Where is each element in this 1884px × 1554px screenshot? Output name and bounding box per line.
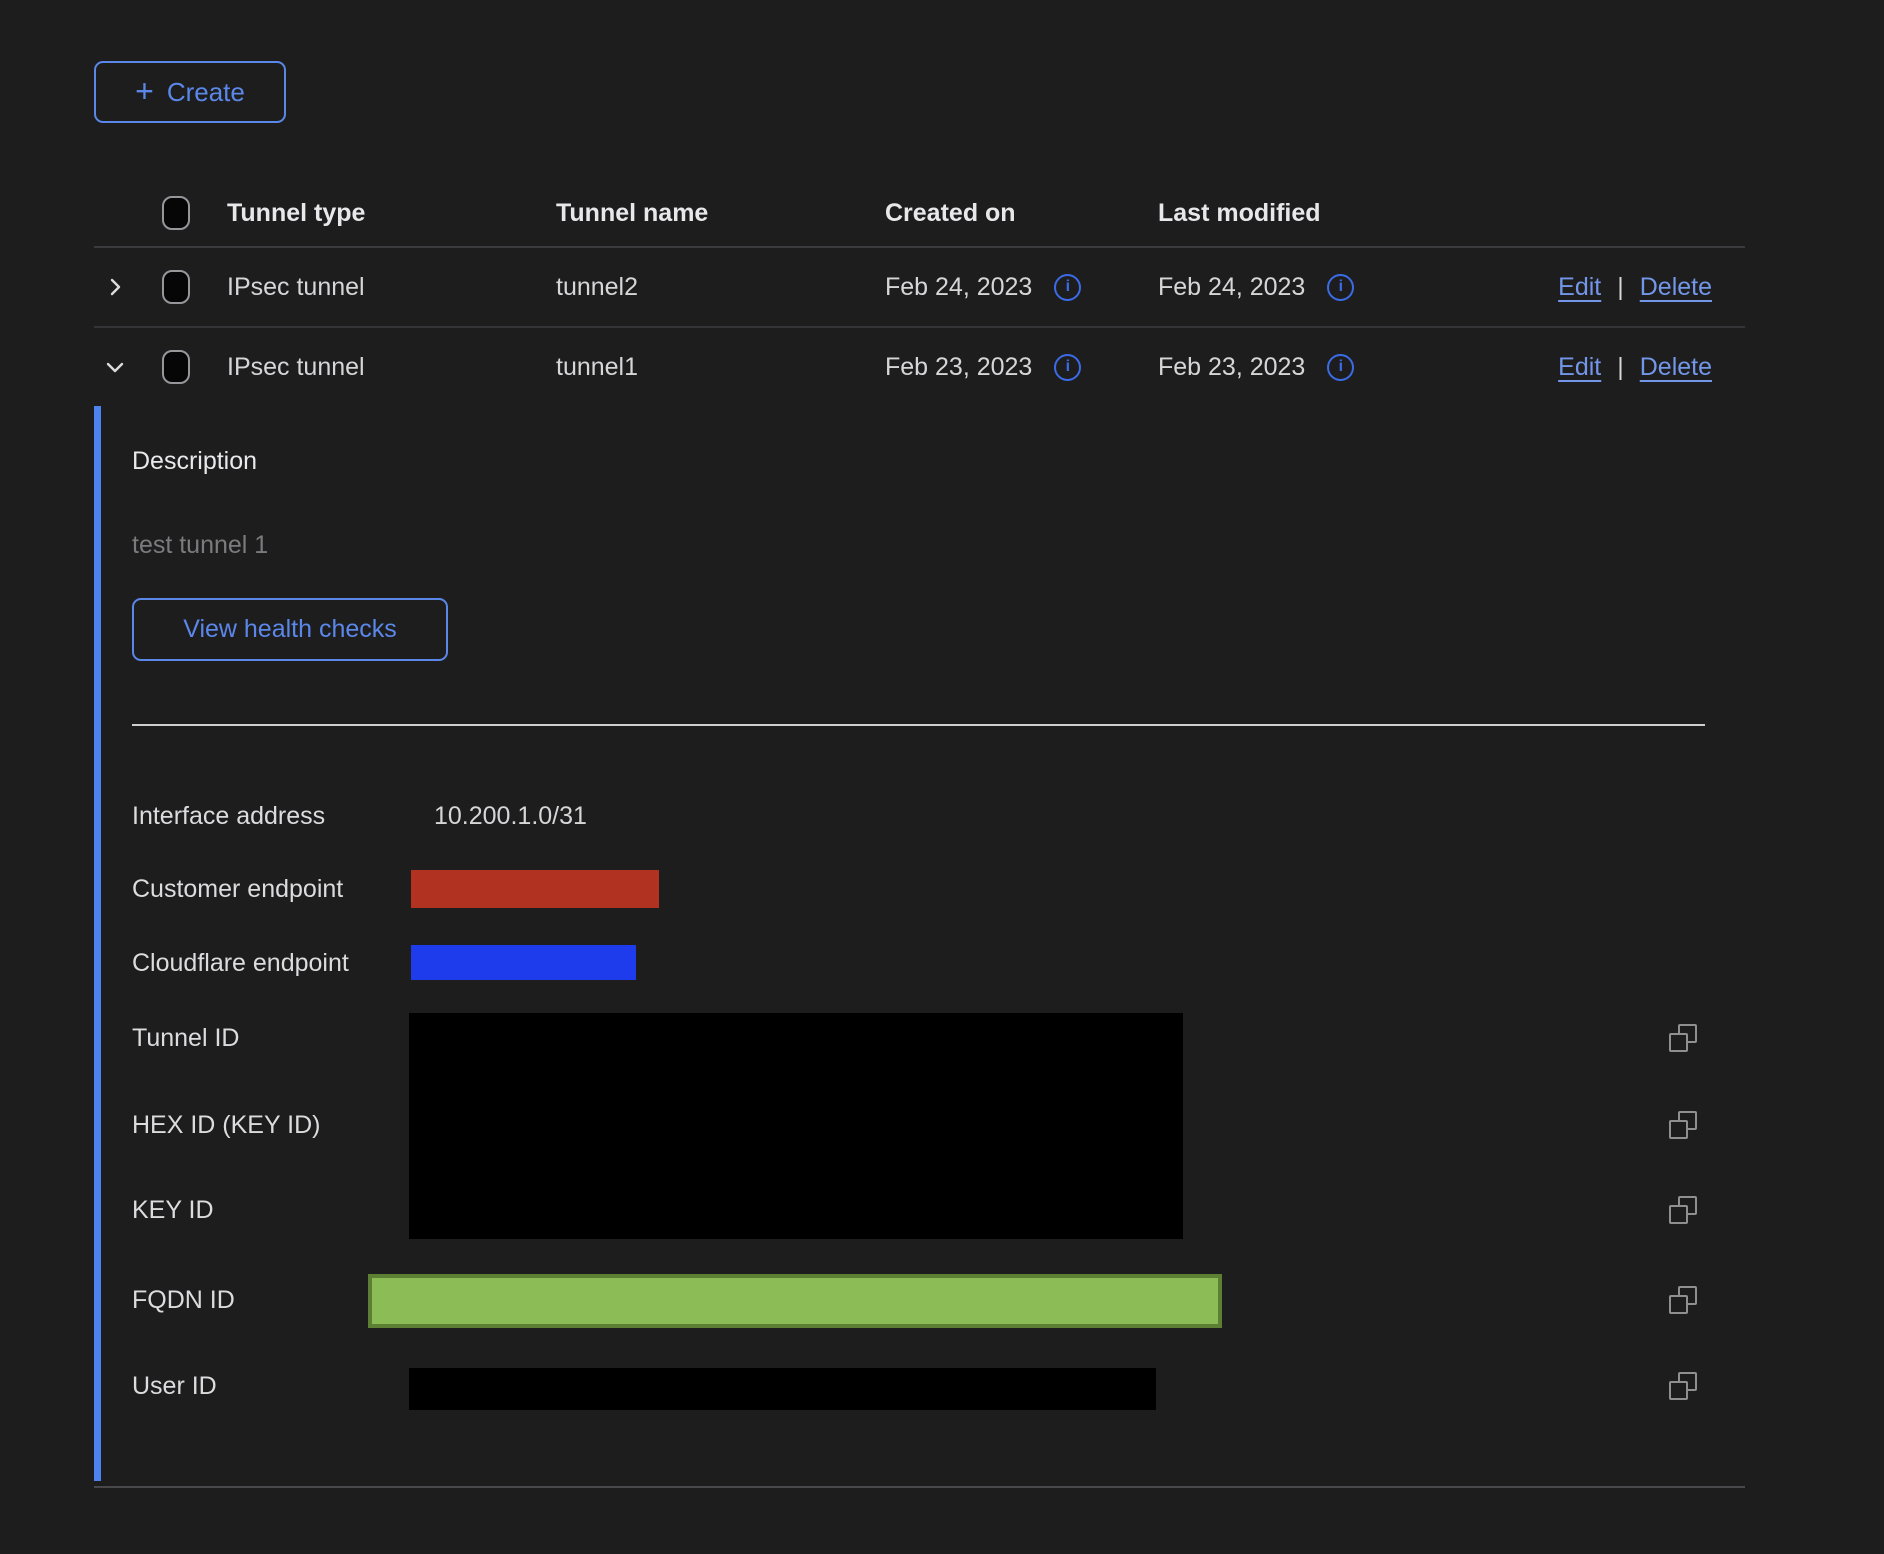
created-on-cell: Feb 24, 2023 i: [885, 273, 1158, 302]
cloudflare-endpoint-redaction: [411, 945, 636, 980]
copy-icon[interactable]: [1668, 1285, 1698, 1315]
table-header-row: Tunnel type Tunnel name Created on Last …: [94, 180, 1745, 248]
field-label-tunnel-id: Tunnel ID: [132, 1023, 239, 1053]
tunnel-name-cell: tunnel1: [556, 353, 885, 382]
delete-link[interactable]: Delete: [1640, 353, 1712, 382]
tunnel-type-cell: IPsec tunnel: [227, 273, 556, 302]
field-label-hex-id: HEX ID (KEY ID): [132, 1110, 320, 1140]
copy-icon[interactable]: [1668, 1023, 1698, 1053]
copy-icon-front-square: [1669, 1381, 1688, 1400]
edit-link[interactable]: Edit: [1558, 353, 1601, 382]
last-modified-cell: Feb 24, 2023 i: [1158, 273, 1558, 302]
create-button-label: Create: [167, 77, 245, 108]
last-modified-date: Feb 23, 2023: [1158, 353, 1305, 382]
field-label-interface-address: Interface address: [132, 801, 325, 831]
copy-icon-front-square: [1669, 1205, 1688, 1224]
actions-separator: |: [1617, 353, 1624, 382]
checkbox-cell: [162, 270, 227, 304]
checkbox-cell: [162, 350, 227, 384]
expander-cell: [94, 355, 162, 379]
field-label-key-id: KEY ID: [132, 1195, 214, 1225]
plus-icon: +: [135, 75, 154, 107]
table-row-tunnel2: IPsec tunnel tunnel2 Feb 24, 2023 i Feb …: [94, 248, 1745, 328]
expander-cell: [94, 275, 162, 299]
description-value: test tunnel 1: [132, 530, 268, 560]
section-divider: [132, 724, 1705, 726]
copy-icon-front-square: [1669, 1120, 1688, 1139]
tunnels-table: Tunnel type Tunnel name Created on Last …: [94, 180, 1745, 406]
tunnel-id-redaction: [409, 1013, 1183, 1239]
created-on-cell: Feb 23, 2023 i: [885, 353, 1158, 382]
description-heading: Description: [132, 446, 257, 476]
field-label-customer-endpoint: Customer endpoint: [132, 874, 343, 904]
created-on-date: Feb 23, 2023: [885, 353, 1032, 382]
row-actions: Edit | Delete: [1558, 353, 1745, 382]
info-icon[interactable]: i: [1054, 354, 1081, 381]
header-tunnel-name: Tunnel name: [556, 199, 885, 228]
copy-icon-front-square: [1669, 1295, 1688, 1314]
row-checkbox[interactable]: [162, 350, 190, 384]
chevron-right-icon[interactable]: [103, 275, 127, 299]
copy-icon[interactable]: [1668, 1371, 1698, 1401]
create-button[interactable]: + Create: [94, 61, 286, 123]
actions-separator: |: [1617, 273, 1624, 302]
header-tunnel-type: Tunnel type: [227, 199, 556, 228]
customer-endpoint-redaction: [411, 870, 659, 908]
expanded-indicator-bar: [94, 406, 101, 1481]
header-last-modified: Last modified: [1158, 199, 1712, 228]
header-checkbox-cell: [162, 196, 227, 230]
tunnel-type-cell: IPsec tunnel: [227, 353, 556, 382]
delete-link[interactable]: Delete: [1640, 273, 1712, 302]
expanded-row-panel: Description test tunnel 1 View health ch…: [0, 406, 1884, 1486]
user-id-redaction: [409, 1368, 1156, 1410]
chevron-down-icon[interactable]: [103, 355, 127, 379]
header-created-on: Created on: [885, 199, 1158, 228]
interface-address-value: 10.200.1.0/31: [434, 801, 587, 831]
copy-icon[interactable]: [1668, 1195, 1698, 1225]
row-checkbox[interactable]: [162, 270, 190, 304]
copy-icon-front-square: [1669, 1033, 1688, 1052]
field-label-cloudflare-endpoint: Cloudflare endpoint: [132, 948, 349, 978]
fqdn-id-redaction: [368, 1274, 1222, 1328]
last-modified-date: Feb 24, 2023: [1158, 273, 1305, 302]
view-health-checks-button[interactable]: View health checks: [132, 598, 448, 661]
row-actions: Edit | Delete: [1558, 273, 1745, 302]
tunnels-page: + Create Tunnel type Tunnel name Created…: [0, 0, 1884, 1554]
edit-link[interactable]: Edit: [1558, 273, 1601, 302]
table-row-tunnel1: IPsec tunnel tunnel1 Feb 23, 2023 i Feb …: [94, 328, 1745, 406]
select-all-checkbox[interactable]: [162, 196, 190, 230]
copy-icon[interactable]: [1668, 1110, 1698, 1140]
created-on-date: Feb 24, 2023: [885, 273, 1032, 302]
field-label-fqdn-id: FQDN ID: [132, 1285, 235, 1315]
tunnel-name-cell: tunnel2: [556, 273, 885, 302]
info-icon[interactable]: i: [1327, 274, 1354, 301]
info-icon[interactable]: i: [1327, 354, 1354, 381]
last-modified-cell: Feb 23, 2023 i: [1158, 353, 1558, 382]
field-label-user-id: User ID: [132, 1371, 217, 1401]
info-icon[interactable]: i: [1054, 274, 1081, 301]
table-bottom-divider: [94, 1486, 1745, 1488]
